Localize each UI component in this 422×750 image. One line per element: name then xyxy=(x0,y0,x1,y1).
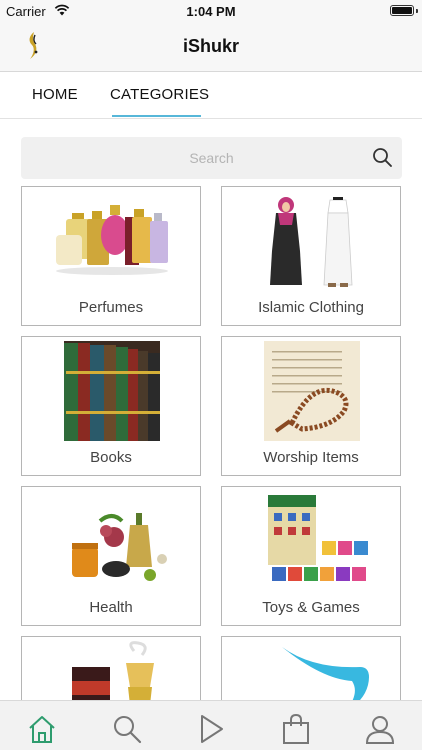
user-icon[interactable] xyxy=(365,714,395,744)
category-card-islamic-clothing[interactable]: Islamic Clothing xyxy=(221,186,401,326)
perfume-bottles-image xyxy=(56,205,168,275)
search-icon[interactable] xyxy=(112,714,142,744)
home-icon[interactable] xyxy=(27,714,57,744)
category-label: Worship Items xyxy=(263,449,359,466)
category-label: Books xyxy=(90,449,132,466)
app-title: iShukr xyxy=(182,36,239,56)
category-label: Perfumes xyxy=(78,299,144,316)
category-card-toys-games[interactable]: Toys & Games xyxy=(221,486,401,626)
tab-home[interactable]: HOME xyxy=(32,86,78,103)
play-icon[interactable] xyxy=(196,714,226,744)
shopping-bag-icon[interactable] xyxy=(281,714,311,744)
blue-swoosh-image xyxy=(282,647,369,700)
battery-icon xyxy=(390,5,414,16)
incense-burner-image xyxy=(72,641,154,700)
prayer-beads-quran-image xyxy=(264,341,360,441)
category-label: Health xyxy=(89,599,133,616)
search-input[interactable] xyxy=(21,137,402,179)
search-icon[interactable] xyxy=(372,147,393,168)
bookshelf-image xyxy=(64,341,160,441)
category-card-swoosh[interactable] xyxy=(221,636,401,700)
man-woman-clothing-image xyxy=(270,197,353,287)
letter-blocks-image xyxy=(268,495,368,581)
category-card-incense[interactable] xyxy=(21,636,201,700)
honey-herbs-image xyxy=(72,513,167,581)
bottom-navigation xyxy=(0,700,422,750)
category-grid: Perfumes Islamic Clothing Books Worship … xyxy=(21,186,402,700)
active-tab-indicator xyxy=(112,115,201,117)
app-header: iShukr xyxy=(0,22,422,72)
category-card-worship-items[interactable]: Worship Items xyxy=(221,336,401,476)
search-bar xyxy=(21,137,402,179)
tab-bar: HOME CATEGORIES xyxy=(0,73,422,119)
tab-categories[interactable]: CATEGORIES xyxy=(110,86,209,103)
category-card-perfumes[interactable]: Perfumes xyxy=(21,186,201,326)
category-card-books[interactable]: Books xyxy=(21,336,201,476)
category-card-health[interactable]: Health xyxy=(21,486,201,626)
battery-cap xyxy=(416,9,418,13)
category-label: Islamic Clothing xyxy=(258,299,364,316)
status-bar: Carrier 1:04 PM xyxy=(0,0,422,22)
status-time: 1:04 PM xyxy=(186,4,236,19)
category-label: Toys & Games xyxy=(262,599,360,616)
